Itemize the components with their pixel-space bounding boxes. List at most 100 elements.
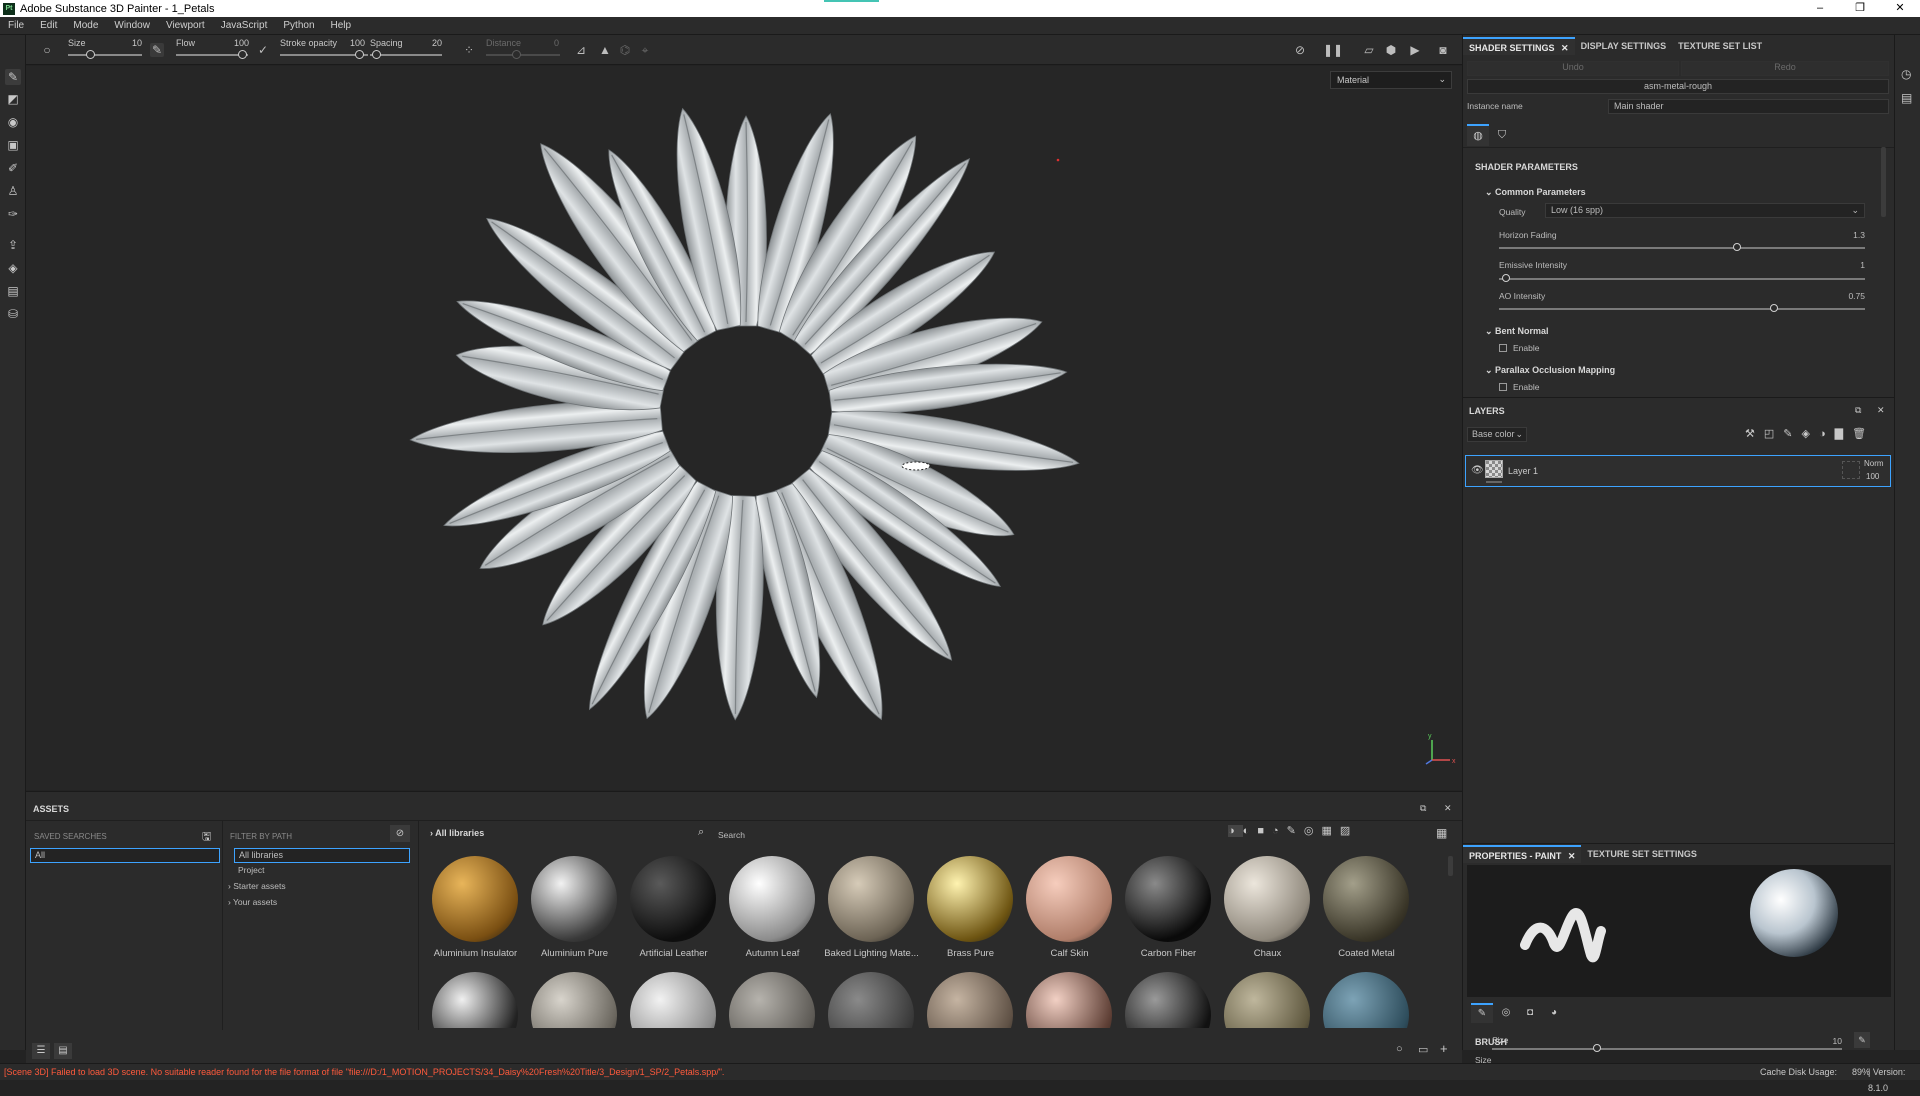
grid-snap-icon[interactable]: ⌖	[638, 43, 652, 57]
menu-edit[interactable]: Edit	[32, 20, 65, 31]
asset-thumbnail[interactable]	[531, 856, 617, 942]
tab-texture-set-list[interactable]: TEXTURE SET LIST	[1672, 37, 1768, 55]
stencil-tab-icon[interactable]: ◘	[1519, 1003, 1541, 1023]
material-tab-icon[interactable]: ◕	[1543, 1003, 1565, 1023]
add-folder-icon[interactable]: ▇	[1835, 428, 1852, 440]
alignment-icon[interactable]: ▲	[598, 43, 612, 57]
asset-thumbnail[interactable]	[1026, 972, 1112, 1028]
shader-preset-icon[interactable]: ⛉	[1491, 124, 1513, 146]
camera-icon[interactable]: ▶	[1408, 43, 1422, 57]
add-paint-layer-icon[interactable]: ✎	[1783, 428, 1801, 440]
brush-shape-icon[interactable]: ○	[40, 43, 54, 57]
detail-view-icon[interactable]: ▤	[54, 1043, 72, 1059]
textures-filter-icon[interactable]: ■	[1257, 825, 1272, 837]
common-parameters-header[interactable]: ⌄ Common Parameters	[1485, 187, 1586, 198]
asset-thumbnail[interactable]	[630, 856, 716, 942]
export-icon[interactable]: ▤	[5, 283, 21, 299]
eraser-icon[interactable]: ◩	[5, 91, 21, 107]
horizon-fading-slider[interactable]	[1499, 247, 1865, 249]
ao-intensity-knob[interactable]	[1769, 304, 1778, 312]
assets-scrollbar[interactable]	[1448, 856, 1453, 876]
redo-button[interactable]: Redo	[1681, 61, 1889, 76]
environments-filter-icon[interactable]: ▨	[1340, 825, 1358, 837]
menu-viewport[interactable]: Viewport	[158, 20, 213, 31]
spacing-value[interactable]: 20	[432, 38, 442, 48]
channel-dropdown[interactable]: Base color ⌄	[1467, 427, 1527, 442]
screenshot-icon[interactable]: ◙	[1436, 43, 1450, 57]
refresh-icon[interactable]: ○	[1396, 1043, 1403, 1055]
asset-thumbnail[interactable]	[1323, 972, 1409, 1028]
stroke-opacity-value[interactable]: 100	[350, 38, 365, 48]
bake-icon[interactable]: ⇪	[5, 237, 21, 253]
alphas-filter-icon[interactable]: ◎	[1304, 825, 1322, 837]
3d-viewport[interactable]: Material ⌄ y x	[26, 66, 1462, 790]
tab-shader-settings[interactable]: SHADER SETTINGS ✕	[1463, 37, 1575, 55]
breadcrumb[interactable]: › All libraries	[430, 828, 484, 838]
paint-brush-icon[interactable]: ✎	[5, 69, 21, 85]
asset-thumbnail[interactable]	[1224, 972, 1310, 1028]
import-icon[interactable]: ▭	[1418, 1043, 1428, 1056]
viewport-3d-icon[interactable]: ⬢	[1384, 43, 1398, 57]
snap-icon[interactable]: ⌬	[618, 43, 632, 57]
close-icon[interactable]: ✕	[1444, 803, 1452, 814]
pom-checkbox[interactable]	[1499, 383, 1507, 391]
menu-javascript[interactable]: JavaScript	[213, 20, 276, 31]
size-slider-knob[interactable]	[86, 50, 95, 59]
horizon-fading-knob[interactable]	[1732, 243, 1741, 251]
float-panel-icon[interactable]: ⧉	[1855, 405, 1861, 416]
brush-size-slider[interactable]	[1492, 1048, 1842, 1050]
procedurals-filter-icon[interactable]: ◔	[1272, 825, 1287, 837]
log-icon[interactable]: ▤	[1901, 91, 1912, 105]
eye-icon[interactable]: 👁	[1471, 465, 1484, 476]
hide-overlay-icon[interactable]: ⊘	[1293, 43, 1307, 57]
bent-normal-header[interactable]: ⌄ Bent Normal	[1485, 326, 1549, 337]
menu-mode[interactable]: Mode	[65, 20, 106, 31]
add-asset-icon[interactable]: +	[1440, 1041, 1448, 1056]
smart-materials-filter-icon[interactable]: ◐	[1243, 825, 1258, 837]
menu-file[interactable]: File	[0, 20, 32, 31]
save-search-icon[interactable]: 🖫	[202, 828, 211, 847]
menu-python[interactable]: Python	[275, 20, 322, 31]
menu-window[interactable]: Window	[106, 20, 158, 31]
asset-thumbnail[interactable]	[630, 972, 716, 1028]
grunges-filter-icon[interactable]: ▦	[1321, 825, 1339, 837]
maximize-button[interactable]: ❐	[1840, 0, 1880, 17]
brush-size-knob[interactable]	[1593, 1044, 1601, 1052]
close-button[interactable]: ✕	[1880, 0, 1920, 17]
pom-header[interactable]: ⌄ Parallax Occlusion Mapping	[1485, 365, 1615, 376]
asset-thumbnail[interactable]	[432, 856, 518, 942]
add-mask-icon[interactable]: ◰	[1764, 428, 1783, 440]
asset-thumbnail[interactable]	[1026, 856, 1112, 942]
pause-render-icon[interactable]: ❚❚	[1323, 43, 1343, 57]
pressure-icon[interactable]: ✎	[1854, 1032, 1870, 1048]
stroke-opacity-knob[interactable]	[355, 50, 364, 59]
pen-pressure-icon[interactable]: ✎	[150, 43, 164, 57]
emissive-intensity-slider[interactable]	[1499, 278, 1865, 280]
asset-thumbnail[interactable]	[1323, 856, 1409, 942]
spacing-slider-knob[interactable]	[372, 50, 381, 59]
color-picker-icon[interactable]: ✑	[5, 206, 21, 222]
add-fill-layer-icon[interactable]: ◈	[1802, 428, 1819, 440]
asset-thumbnail[interactable]	[729, 972, 815, 1028]
symmetry-icon[interactable]: ⊿	[574, 43, 588, 57]
horizon-fading-value[interactable]: 1.3	[1803, 230, 1865, 240]
library-icon[interactable]: ⛁	[5, 306, 21, 322]
grid-view-icon[interactable]: ▦	[1436, 826, 1447, 840]
tab-properties-paint[interactable]: PROPERTIES - PAINT ✕	[1463, 845, 1582, 863]
history-icon[interactable]: ◷	[1901, 67, 1911, 81]
emissive-intensity-value[interactable]: 1	[1803, 260, 1865, 270]
instance-name-input[interactable]: Main shader	[1608, 99, 1889, 114]
lazy-mouse-icon[interactable]: ⁘	[462, 43, 476, 57]
polygon-fill-icon[interactable]: ▣	[5, 137, 21, 153]
path-all-libraries[interactable]: All libraries	[234, 848, 410, 863]
asset-thumbnail[interactable]	[927, 972, 1013, 1028]
size-slider[interactable]	[68, 54, 142, 56]
list-view-icon[interactable]: ☰	[32, 1043, 50, 1059]
size-value[interactable]: 10	[132, 38, 142, 48]
layer-opacity[interactable]: 100	[1866, 472, 1879, 481]
ao-intensity-slider[interactable]	[1499, 308, 1865, 310]
smudge-icon[interactable]: ✐	[5, 160, 21, 176]
flow-slider-knob[interactable]	[238, 50, 247, 59]
quality-dropdown[interactable]: Low (16 spp) ⌄	[1545, 203, 1865, 218]
brush-tab-icon[interactable]: ✎	[1471, 1003, 1493, 1023]
